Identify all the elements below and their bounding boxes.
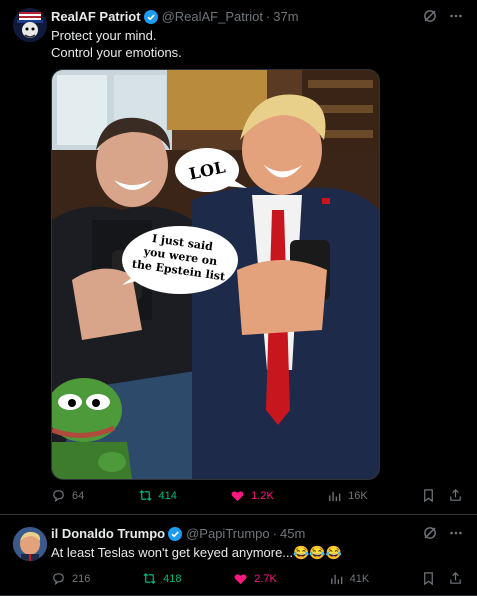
reply-count: 64 (72, 489, 85, 502)
repost-button[interactable]: 418 (142, 571, 181, 586)
more-icon[interactable] (449, 526, 463, 543)
repost-count: 414 (158, 489, 177, 502)
reply-button[interactable]: 64 (51, 488, 84, 503)
tweet-header: RealAF Patriot @RealAF_Patriot · 37m (51, 9, 299, 24)
share-icon (450, 489, 461, 501)
tweet-text: Protect your mind. Control your emotions… (51, 27, 182, 61)
verified-badge-icon (168, 526, 183, 541)
reply-icon (53, 490, 64, 503)
tweet-text-line: Protect your mind. (51, 28, 157, 43)
share-button[interactable] (448, 571, 463, 586)
views-count: 41K (349, 572, 370, 585)
tweet-header: il Donaldo Trumpo @PapiTrumpo · 45m (51, 526, 305, 541)
author-name[interactable]: il Donaldo Trumpo (51, 526, 165, 541)
tweet[interactable]: RealAF Patriot @RealAF_Patriot · 37m Pro… (0, 0, 477, 515)
views-icon (330, 574, 342, 585)
timestamp[interactable]: 37m (273, 9, 298, 24)
bookmark-button[interactable] (421, 571, 436, 586)
bookmark-icon (424, 572, 433, 586)
action-right-group (421, 571, 463, 586)
tweet-actions: 64 414 1.2K 16K (51, 488, 463, 503)
views-count: 16K (348, 489, 368, 502)
reply-icon (53, 573, 64, 586)
bookmark-icon (424, 489, 433, 503)
timestamp[interactable]: 45m (280, 526, 305, 541)
reply-button[interactable]: 216 (51, 571, 90, 586)
author-handle[interactable]: @RealAF_Patriot (162, 9, 263, 24)
author-handle[interactable]: @PapiTrumpo (186, 526, 270, 541)
views-button[interactable]: 41K (329, 571, 370, 586)
like-count: 1.2K (251, 489, 274, 502)
like-count: 2.7K (254, 572, 277, 585)
views-button[interactable]: 16K (327, 488, 368, 503)
grok-icon[interactable] (423, 526, 437, 543)
tweet-top-icons (423, 9, 463, 26)
like-button[interactable]: 1.2K (230, 488, 274, 503)
grok-icon[interactable] (423, 9, 437, 26)
repost-icon (143, 572, 156, 585)
tweet-actions: 216 418 2.7K 41K (51, 571, 463, 586)
avatar[interactable] (13, 527, 47, 561)
tweet-text: At least Teslas won't get keyed anymore.… (51, 545, 342, 560)
more-icon[interactable] (449, 9, 463, 26)
verified-badge-icon (143, 9, 158, 24)
like-icon (234, 574, 247, 585)
tweet-text-line: Control your emotions. (51, 45, 182, 60)
repost-icon (138, 489, 152, 502)
author-name[interactable]: RealAF Patriot (51, 9, 141, 24)
repost-count: 418 (163, 572, 182, 585)
tweet[interactable]: il Donaldo Trumpo @PapiTrumpo · 45m At l… (0, 515, 477, 596)
share-icon (450, 572, 461, 584)
repost-button[interactable]: 414 (138, 488, 177, 503)
separator-dot: · (265, 9, 271, 24)
separator-dot: · (272, 526, 277, 541)
share-button[interactable] (448, 488, 463, 503)
tweet-image[interactable]: LOL I just said you were on the Epstein … (51, 69, 380, 480)
action-right-group (421, 488, 463, 503)
tweet-top-icons (423, 526, 463, 543)
reply-count: 216 (72, 572, 91, 585)
views-icon (329, 491, 341, 502)
bookmark-button[interactable] (421, 488, 436, 503)
like-button[interactable]: 2.7K (233, 571, 277, 586)
avatar[interactable] (13, 8, 47, 42)
like-icon (231, 491, 244, 502)
